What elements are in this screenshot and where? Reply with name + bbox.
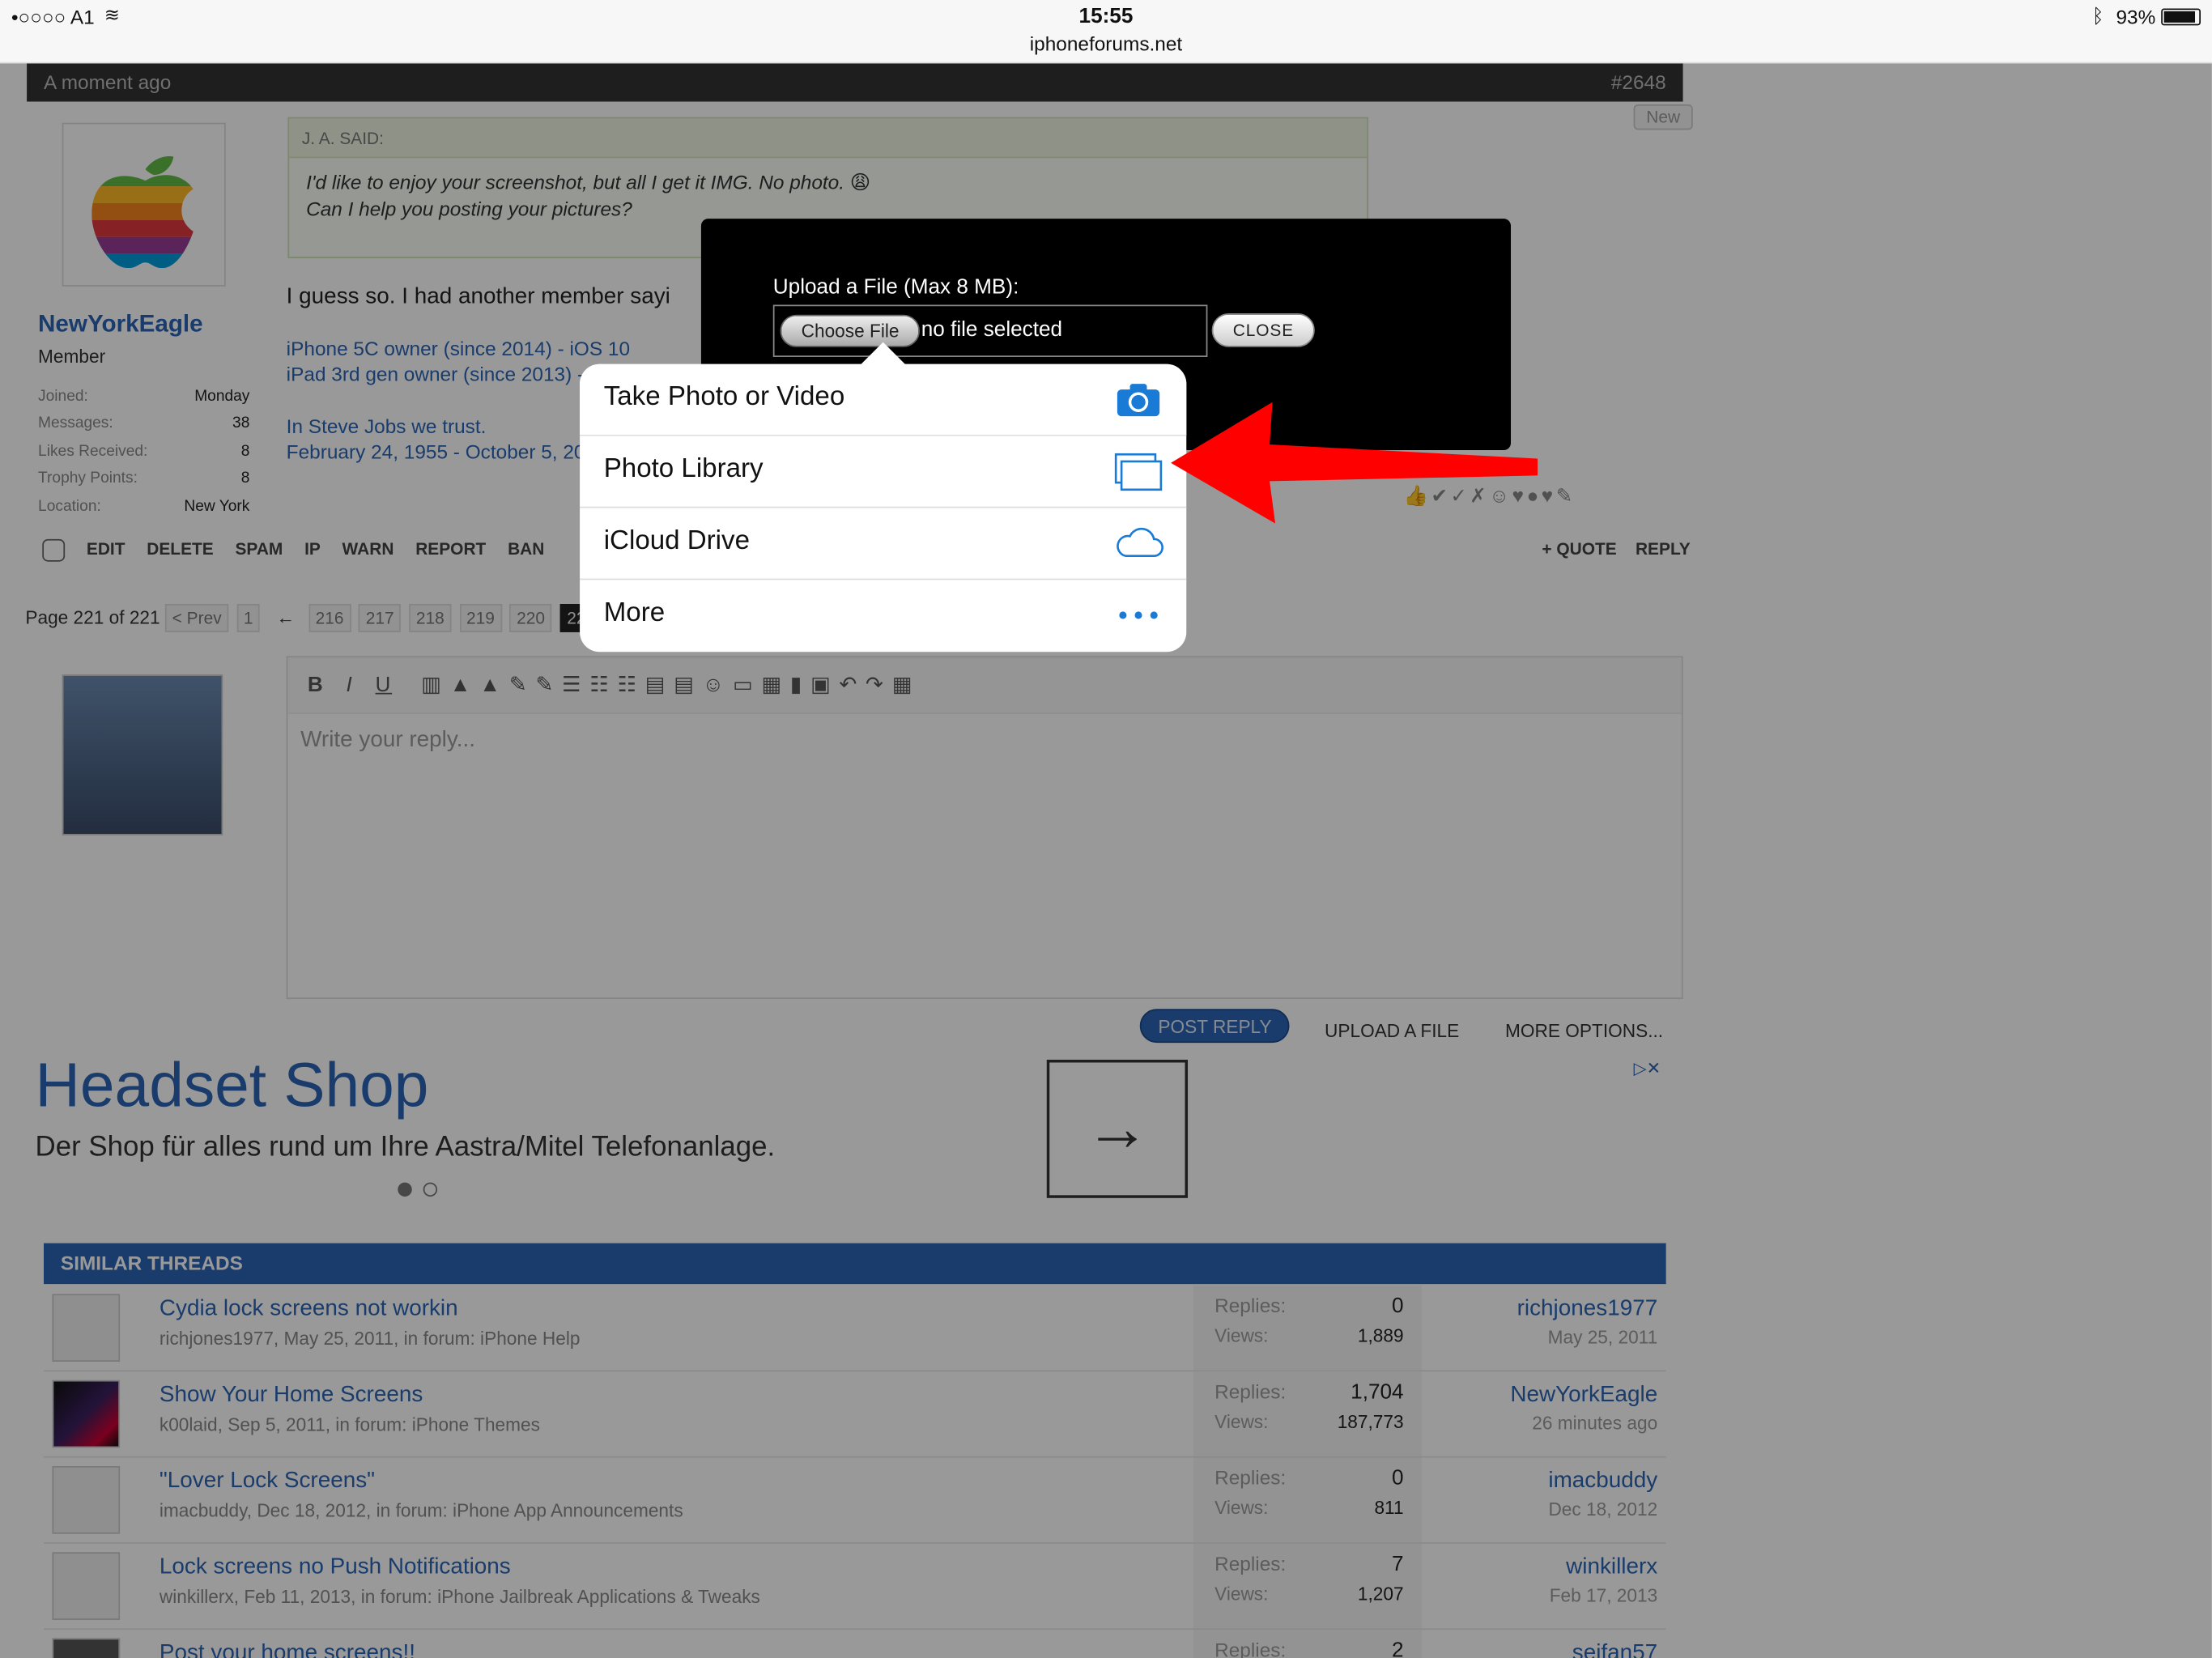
camera-icon	[1117, 384, 1160, 417]
menu-item-label: Take Photo or Video	[603, 382, 845, 412]
file-status: no file selected	[921, 317, 1063, 342]
cloud-icon	[1117, 527, 1163, 558]
battery-icon	[2161, 8, 2201, 26]
more-dots-icon	[1119, 611, 1158, 619]
ipad-screen: •○○○○ A1 ≋ 15:55 iphoneforums.net ᛒ 93% …	[0, 0, 2212, 1658]
menu-item-label: Photo Library	[603, 454, 764, 484]
photo-library-option[interactable]: Photo Library	[580, 436, 1187, 508]
photo-library-icon	[1114, 453, 1163, 491]
file-source-popover: Take Photo or Video Photo Library iCloud…	[580, 342, 1187, 653]
bluetooth-icon: ᛒ	[2091, 4, 2104, 28]
choose-file-button[interactable]: Choose File	[780, 314, 921, 347]
battery-percent: 93%	[2116, 5, 2156, 28]
menu-item-label: More	[603, 598, 666, 628]
upload-label: Upload a File (Max 8 MB):	[772, 274, 1019, 300]
take-photo-option[interactable]: Take Photo or Video	[580, 363, 1187, 436]
menu-item-label: iCloud Drive	[603, 526, 751, 556]
close-button[interactable]: CLOSE	[1211, 312, 1316, 347]
status-bar: •○○○○ A1 ≋ 15:55 iphoneforums.net ᛒ 93%	[0, 0, 2212, 64]
address-bar[interactable]: iphoneforums.net	[0, 32, 2212, 55]
file-input[interactable]: Choose File no file selected	[772, 304, 1208, 357]
more-option[interactable]: More	[580, 580, 1186, 652]
red-arrow-annotation	[1171, 402, 1538, 524]
icloud-drive-option[interactable]: iCloud Drive	[580, 508, 1187, 580]
clock: 15:55	[1078, 4, 1134, 28]
